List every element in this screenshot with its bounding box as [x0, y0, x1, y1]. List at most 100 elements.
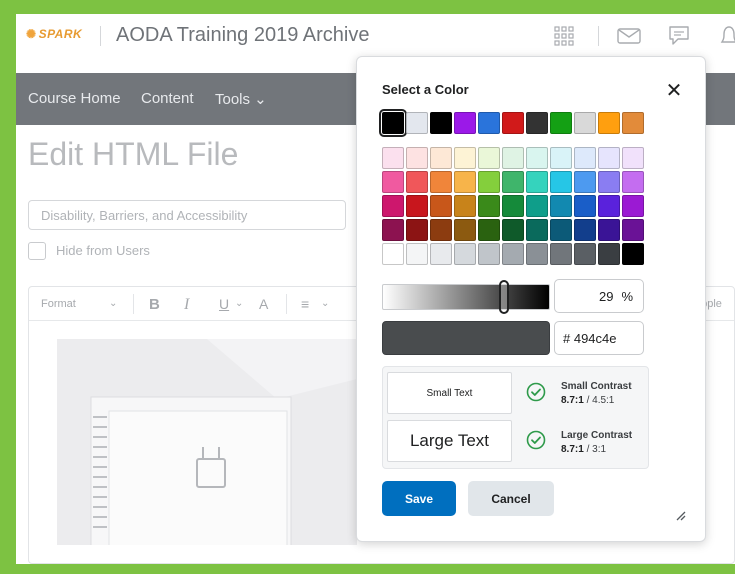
lightness-input[interactable]: 29 %: [554, 279, 644, 313]
color-swatch[interactable]: [478, 112, 500, 134]
color-swatch[interactable]: [622, 243, 644, 265]
close-icon[interactable]: ✕: [666, 80, 683, 102]
font-color-button[interactable]: A: [259, 296, 268, 312]
color-swatch[interactable]: [379, 109, 407, 137]
color-swatch[interactable]: [622, 219, 644, 241]
color-swatch[interactable]: [382, 147, 404, 169]
color-swatch[interactable]: [550, 112, 572, 134]
italic-button[interactable]: I: [184, 296, 189, 314]
nav-content[interactable]: Content: [141, 90, 194, 107]
color-swatch[interactable]: [598, 219, 620, 241]
color-swatch[interactable]: [574, 243, 596, 265]
small-contrast-label: Small Contrast: [561, 381, 632, 392]
palette-row: [382, 243, 644, 265]
color-swatch[interactable]: [550, 195, 572, 217]
color-swatch[interactable]: [430, 171, 452, 193]
color-swatch[interactable]: [502, 195, 524, 217]
color-swatch[interactable]: [478, 195, 500, 217]
color-swatch[interactable]: [406, 112, 428, 134]
color-swatch[interactable]: [574, 112, 596, 134]
underline-button[interactable]: U: [219, 296, 229, 312]
chevron-down-icon[interactable]: ⌄: [109, 298, 117, 309]
color-swatch[interactable]: [454, 112, 476, 134]
color-swatch[interactable]: [478, 243, 500, 265]
color-swatch[interactable]: [454, 171, 476, 193]
color-swatch[interactable]: [502, 171, 524, 193]
color-swatch[interactable]: [478, 147, 500, 169]
color-swatch[interactable]: [382, 171, 404, 193]
color-swatch[interactable]: [598, 171, 620, 193]
color-swatch[interactable]: [526, 171, 548, 193]
chat-icon[interactable]: [666, 24, 692, 48]
color-swatch[interactable]: [574, 171, 596, 193]
color-swatch[interactable]: [502, 219, 524, 241]
align-button[interactable]: ≡: [301, 296, 309, 312]
color-swatch[interactable]: [406, 243, 428, 265]
color-swatch[interactable]: [382, 219, 404, 241]
color-swatch[interactable]: [502, 112, 524, 134]
cancel-button[interactable]: Cancel: [468, 481, 554, 516]
color-swatch[interactable]: [526, 112, 548, 134]
color-swatch[interactable]: [454, 195, 476, 217]
color-swatch[interactable]: [598, 147, 620, 169]
divider: [286, 294, 287, 314]
color-swatch[interactable]: [598, 243, 620, 265]
close-button[interactable]: ✕: [663, 81, 685, 103]
chevron-down-icon[interactable]: ⌄: [235, 298, 243, 309]
palette-row: [382, 147, 644, 169]
hide-from-users-checkbox[interactable]: [28, 242, 46, 260]
hex-input[interactable]: # 494c4e: [554, 321, 644, 355]
color-swatch[interactable]: [526, 147, 548, 169]
color-swatch[interactable]: [526, 243, 548, 265]
color-swatch[interactable]: [406, 195, 428, 217]
nav-course-home[interactable]: Course Home: [28, 90, 121, 107]
title-input[interactable]: Disability, Barriers, and Accessibility: [28, 200, 346, 230]
color-swatch[interactable]: [502, 147, 524, 169]
color-swatch[interactable]: [598, 195, 620, 217]
color-swatch[interactable]: [478, 171, 500, 193]
color-swatch[interactable]: [430, 112, 452, 134]
format-dropdown[interactable]: Format: [41, 298, 76, 310]
color-swatch[interactable]: [574, 219, 596, 241]
color-swatch[interactable]: [478, 219, 500, 241]
bell-icon[interactable]: [716, 24, 735, 48]
color-swatch[interactable]: [550, 171, 572, 193]
slider-thumb[interactable]: [499, 280, 509, 314]
color-swatch[interactable]: [430, 219, 452, 241]
color-swatch[interactable]: [502, 243, 524, 265]
color-swatch[interactable]: [622, 147, 644, 169]
color-swatch[interactable]: [406, 171, 428, 193]
color-swatch[interactable]: [574, 195, 596, 217]
color-swatch[interactable]: [406, 147, 428, 169]
resize-handle-icon[interactable]: [674, 509, 686, 521]
color-swatch[interactable]: [526, 219, 548, 241]
color-swatch[interactable]: [406, 219, 428, 241]
mail-icon[interactable]: [616, 24, 642, 48]
chevron-down-icon[interactable]: ⌄: [321, 298, 329, 309]
color-swatch[interactable]: [454, 147, 476, 169]
course-title[interactable]: AODA Training 2019 Archive: [116, 24, 369, 47]
color-swatch[interactable]: [550, 147, 572, 169]
color-swatch[interactable]: [454, 219, 476, 241]
color-swatch[interactable]: [622, 112, 644, 134]
save-button[interactable]: Save: [382, 481, 456, 516]
color-swatch[interactable]: [430, 147, 452, 169]
color-swatch[interactable]: [430, 243, 452, 265]
check-circle-icon: [526, 430, 546, 450]
color-swatch[interactable]: [622, 195, 644, 217]
color-swatch[interactable]: [454, 243, 476, 265]
lightness-slider[interactable]: [382, 280, 550, 314]
bold-button[interactable]: B: [149, 296, 160, 313]
color-swatch[interactable]: [598, 112, 620, 134]
color-swatch[interactable]: [430, 195, 452, 217]
color-swatch[interactable]: [382, 195, 404, 217]
color-swatch[interactable]: [550, 219, 572, 241]
color-swatch[interactable]: [550, 243, 572, 265]
color-swatch[interactable]: [622, 171, 644, 193]
color-swatch[interactable]: [526, 195, 548, 217]
spark-logo[interactable]: ✺ SPARK: [26, 27, 82, 41]
grid-icon[interactable]: [552, 24, 578, 48]
color-swatch[interactable]: [574, 147, 596, 169]
color-swatch[interactable]: [382, 243, 404, 265]
nav-tools[interactable]: Tools ⌄: [215, 90, 267, 108]
